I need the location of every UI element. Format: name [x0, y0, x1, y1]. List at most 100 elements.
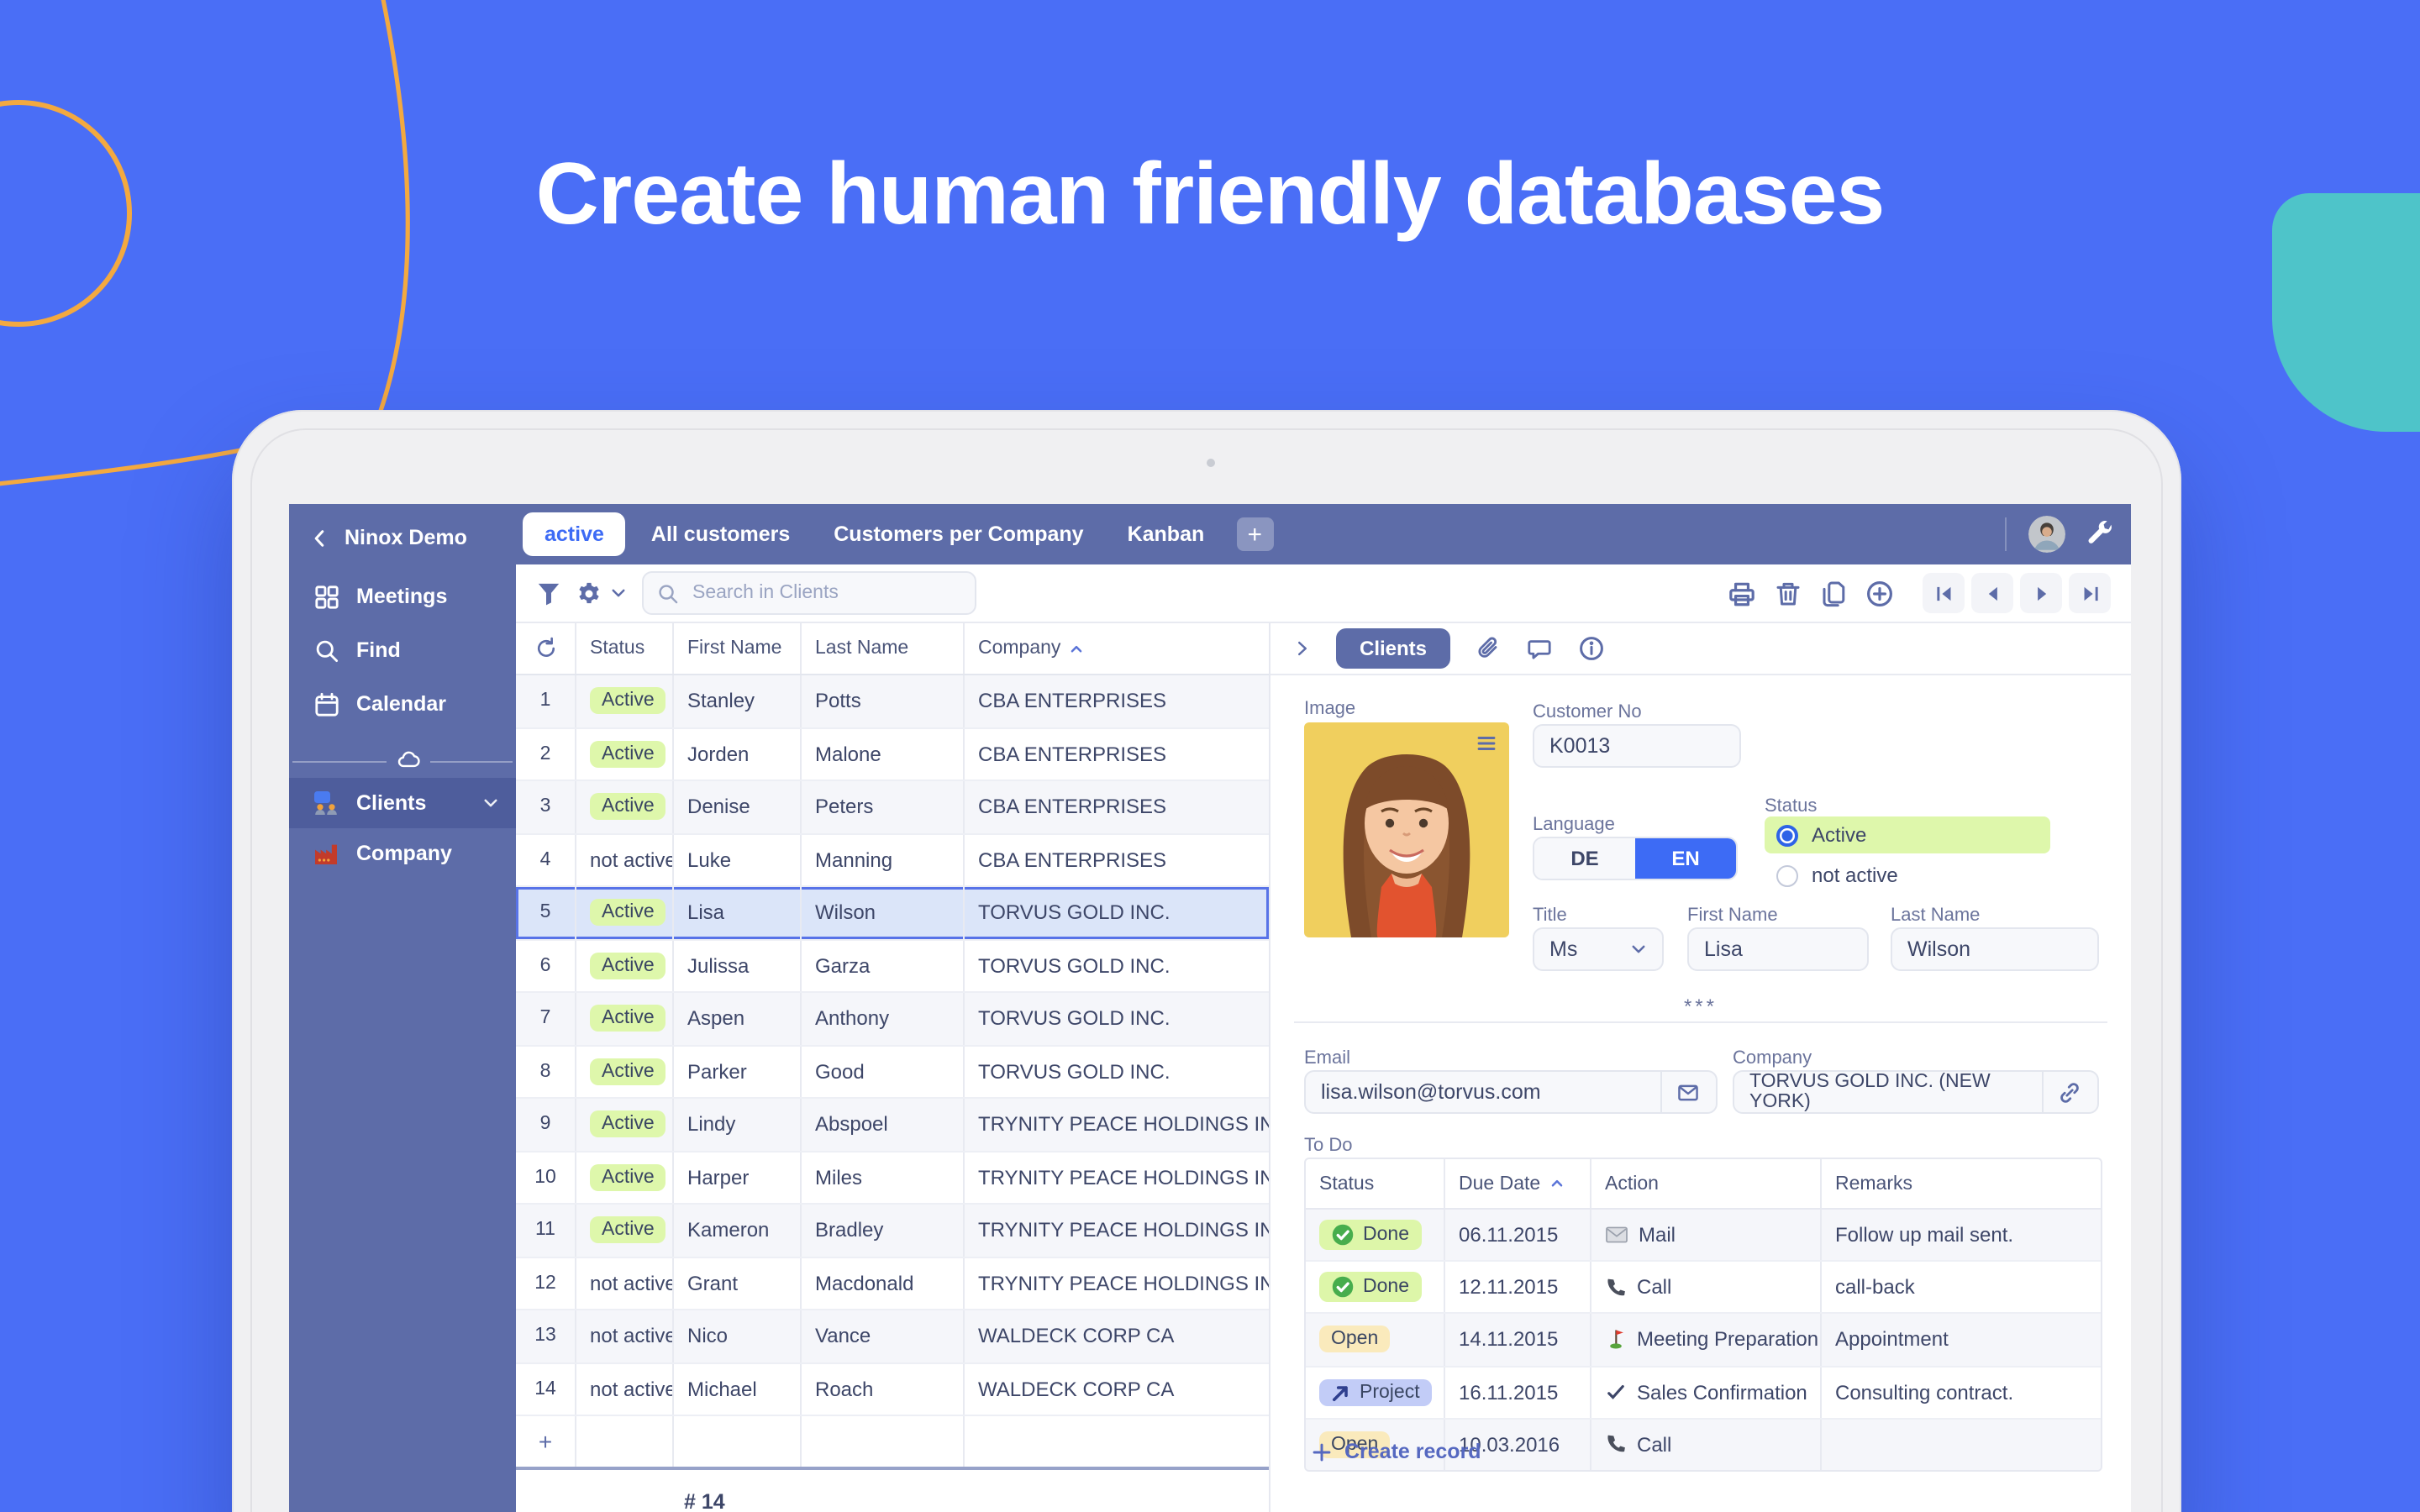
paperclip-icon[interactable]: [1476, 635, 1501, 662]
column-header-company[interactable]: Company: [965, 623, 1269, 674]
last-record-button[interactable]: [2069, 573, 2111, 613]
last-name-cell: Good: [802, 1046, 965, 1097]
wrench-icon[interactable]: [2087, 521, 2114, 548]
collapse-indicator[interactable]: ***: [1270, 995, 2131, 1018]
customer-no-field[interactable]: K0013: [1533, 724, 1741, 768]
tab-all-customers[interactable]: All customers: [629, 512, 812, 556]
info-icon[interactable]: [1578, 635, 1605, 662]
first-name-field[interactable]: Lisa: [1687, 927, 1869, 971]
sidebar-item-meetings[interactable]: Meetings: [289, 570, 516, 623]
entity-button[interactable]: Clients: [1336, 628, 1451, 669]
todo-column-due-date[interactable]: Due Date: [1445, 1159, 1591, 1208]
table-row[interactable]: 5 Active Lisa Wilson TORVUS GOLD INC.: [516, 887, 1269, 940]
title-select[interactable]: Ms: [1533, 927, 1664, 971]
chevron-down-icon[interactable]: [482, 795, 499, 811]
next-record-icon: [2029, 582, 2053, 604]
table-row[interactable]: 7 Active Aspen Anthony TORVUS GOLD INC.: [516, 993, 1269, 1046]
last-name-cell: Wilson: [802, 887, 965, 938]
tab-active[interactable]: active: [523, 512, 626, 556]
last-name-field[interactable]: Wilson: [1891, 927, 2099, 971]
table-row[interactable]: 4 not active Luke Manning CBA ENTERPRISES: [516, 834, 1269, 887]
sidebar-item-find[interactable]: Find: [289, 623, 516, 677]
todo-column-action[interactable]: Action: [1591, 1159, 1822, 1208]
duplicate-icon[interactable]: [1820, 579, 1847, 607]
filter-icon[interactable]: [536, 580, 561, 606]
tab-kanban[interactable]: Kanban: [1106, 512, 1227, 556]
table-row[interactable]: 11 Active Kameron Bradley TRYNITY PEACE HOLD…: [516, 1205, 1269, 1257]
company-cell: CBA ENTERPRISES: [978, 742, 1167, 766]
status-option-not-active[interactable]: not active: [1765, 857, 2050, 894]
tab-customers-per-company[interactable]: Customers per Company: [812, 512, 1105, 556]
add-record-icon[interactable]: [1865, 579, 1894, 607]
sidebar-back-button[interactable]: Ninox Demo: [289, 504, 516, 570]
add-row-button[interactable]: +: [516, 1416, 576, 1467]
sidebar-item-calendar[interactable]: Calendar: [289, 677, 516, 731]
tablet-mockup: Ninox Demo Meetings Find Calendar Client…: [232, 410, 2181, 1512]
sidebar-item-clients[interactable]: Clients: [289, 778, 516, 828]
column-header-last-name[interactable]: Last Name: [802, 623, 965, 674]
email-field[interactable]: lisa.wilson@torvus.com: [1304, 1070, 1718, 1114]
calendar-icon: [313, 690, 339, 717]
table-row[interactable]: 14 not active Michael Roach WALDECK CORP CA: [516, 1363, 1269, 1416]
table-row[interactable]: 2 Active Jorden Malone CBA ENTERPRISES: [516, 728, 1269, 781]
todo-action-cell: Meeting Preparation: [1591, 1314, 1822, 1366]
table-row[interactable]: 12 not active Grant Macdonald TRYNITY PEACE …: [516, 1257, 1269, 1310]
status-cell: not active: [576, 1310, 674, 1362]
last-name-cell: Abspoel: [802, 1099, 965, 1150]
company-icon: [313, 840, 339, 867]
link-icon[interactable]: [2042, 1072, 2082, 1112]
todo-row[interactable]: Project 16.11.2015 Sales Confirmation Consu…: [1306, 1367, 2101, 1420]
todo-status-cell: Project: [1306, 1367, 1445, 1418]
table-row[interactable]: 6 Active Julissa Garza TORVUS GOLD INC.: [516, 940, 1269, 993]
refresh-icon[interactable]: [534, 637, 557, 660]
table-row[interactable]: 10 Active Harper Miles TRYNITY PEACE HOLDING…: [516, 1152, 1269, 1205]
company-field[interactable]: TORVUS GOLD INC. (NEW YORK): [1733, 1070, 2099, 1114]
table-row[interactable]: 9 Active Lindy Abspoel TRYNITY PEACE HOLDING…: [516, 1099, 1269, 1152]
table-row[interactable]: 3 Active Denise Peters CBA ENTERPRISES: [516, 781, 1269, 834]
language-option-en[interactable]: EN: [1635, 838, 1736, 879]
todo-row[interactable]: Done 06.11.2015 Mail Follow up mail sent.: [1306, 1210, 2101, 1263]
table-row[interactable]: 13 not active Nico Vance WALDECK CORP CA: [516, 1310, 1269, 1363]
chevron-down-icon[interactable]: [610, 585, 627, 601]
column-header-status[interactable]: Status: [576, 623, 674, 674]
company-cell: TRYNITY PEACE HOLDINGS INC.: [978, 1112, 1269, 1137]
gear-icon[interactable]: [576, 580, 602, 606]
user-avatar[interactable]: [2028, 516, 2065, 553]
envelope-icon[interactable]: [1660, 1072, 1701, 1112]
todo-column-status[interactable]: Status: [1306, 1159, 1445, 1208]
comment-icon[interactable]: [1526, 636, 1553, 661]
project-arrow-icon: [1331, 1382, 1351, 1402]
next-record-button[interactable]: [2020, 573, 2062, 613]
table-row[interactable]: 8 Active Parker Good TORVUS GOLD INC.: [516, 1046, 1269, 1099]
title-label: Title: [1533, 906, 1567, 926]
todo-row[interactable]: Open 14.11.2015 Meeting Preparation Appoint…: [1306, 1314, 2101, 1368]
table-row[interactable]: 1 Active Stanley Potts CBA ENTERPRISES: [516, 675, 1269, 728]
column-header-first-name[interactable]: First Name: [674, 623, 802, 674]
sidebar-item-company[interactable]: Company: [289, 828, 516, 879]
row-number: 9: [516, 1099, 576, 1150]
last-name-cell: Anthony: [802, 993, 965, 1044]
status-option-active[interactable]: Active: [1765, 816, 2050, 853]
language-option-de[interactable]: DE: [1534, 838, 1635, 879]
previous-record-button[interactable]: [1971, 573, 2013, 613]
add-view-button[interactable]: +: [1236, 517, 1274, 551]
hamburger-icon[interactable]: [1474, 732, 1499, 754]
todo-column-remarks[interactable]: Remarks: [1822, 1159, 2101, 1208]
last-name-cell: Miles: [802, 1152, 965, 1203]
trash-icon[interactable]: [1775, 579, 1802, 607]
todo-action-cell: Call: [1591, 1419, 1822, 1470]
client-photo[interactable]: [1304, 722, 1509, 937]
search-input[interactable]: [689, 581, 961, 605]
flag-icon: [1605, 1328, 1627, 1352]
todo-status-badge: Done: [1319, 1272, 1421, 1303]
printer-icon[interactable]: [1728, 579, 1756, 607]
chevron-right-icon[interactable]: [1294, 638, 1311, 659]
add-row[interactable]: +: [516, 1416, 1269, 1470]
search-box[interactable]: [642, 571, 976, 615]
todo-row[interactable]: Done 12.11.2015 Call call-back: [1306, 1262, 2101, 1315]
create-record-button[interactable]: Create record: [1311, 1440, 1481, 1463]
tablet-camera-dot: [1207, 459, 1215, 467]
first-name-cell: Grant: [674, 1257, 802, 1309]
last-name-cell: Bradley: [802, 1205, 965, 1256]
first-record-button[interactable]: [1923, 573, 1965, 613]
